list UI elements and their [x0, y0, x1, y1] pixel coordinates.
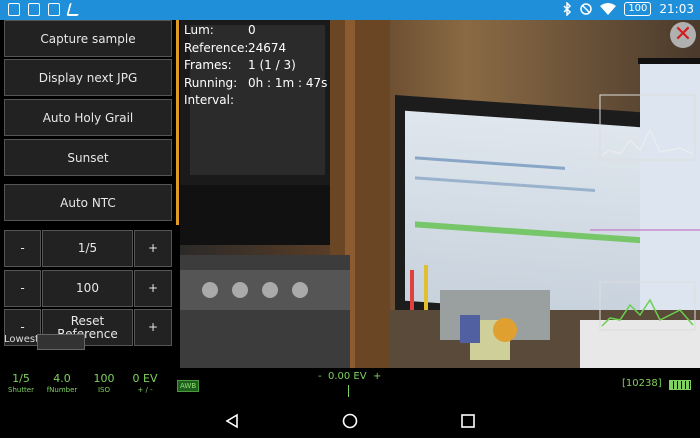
sd-card-icon — [48, 3, 60, 16]
awb-badge: AWB — [177, 380, 200, 392]
shutter-increment-button[interactable]: + — [134, 230, 172, 267]
auto-ntc-button[interactable]: Auto NTC — [4, 184, 172, 221]
back-icon[interactable] — [224, 413, 240, 429]
exposure-readout-bar: 1/5 Shutter 4.0 fNumber 100 ISO 0 EV + / - A… — [0, 368, 700, 404]
overlay-info: Lum: 0 Reference: 24674 Frames: 1 (1 / 3) R… — [184, 22, 327, 110]
do-not-disturb-icon — [580, 3, 593, 15]
ev-meter-readout: - 0.00 EV + — [318, 371, 382, 382]
sunset-button[interactable]: Sunset — [4, 139, 172, 176]
navigation-bar — [0, 404, 700, 438]
lowest-label: Lowest — [4, 334, 39, 345]
ev-compensation-readout: 0 EV + / - — [132, 372, 158, 394]
camera-battery-icon — [669, 380, 691, 390]
system-status: 100 21:03 — [562, 2, 694, 16]
recents-icon[interactable] — [460, 413, 476, 429]
shutter-value: 1/5 — [42, 230, 133, 267]
home-icon[interactable] — [342, 413, 358, 429]
shutter-readout: 1/5 Shutter — [8, 372, 34, 394]
info-row-reference: Reference: 24674 — [184, 40, 287, 55]
bluetooth-icon — [563, 2, 572, 16]
timelapse-app-icon — [66, 3, 82, 16]
clock: 21:03 — [659, 2, 694, 16]
capture-sample-button[interactable]: Capture sample — [4, 20, 172, 57]
info-row-frames: Frames: 1 (1 / 3) — [184, 58, 296, 72]
iso-increment-button[interactable]: + — [134, 270, 172, 307]
lowest-input[interactable] — [37, 334, 85, 350]
status-bar: 100 21:03 — [0, 0, 700, 20]
ev-meter-indicator — [348, 385, 349, 397]
image-icon — [8, 3, 20, 16]
info-row-interval: Interval: — [184, 93, 234, 107]
display-next-jpg-button[interactable]: Display next JPG — [4, 59, 172, 96]
iso-value: 100 — [42, 270, 133, 307]
shutter-decrement-button[interactable]: - — [4, 230, 41, 267]
iso-decrement-button[interactable]: - — [4, 270, 41, 307]
shots-remaining-counter: [10238] — [622, 378, 662, 389]
iso-readout: 100 ISO — [93, 372, 115, 394]
gallery-icon — [28, 3, 40, 16]
info-row-lum: Lum: 0 — [184, 23, 256, 37]
notification-icons — [8, 3, 82, 16]
auto-holy-grail-button[interactable]: Auto Holy Grail — [4, 99, 172, 136]
info-row-running: Running: 0h : 1m : 47s — [184, 75, 328, 90]
battery-indicator: 100 — [624, 2, 652, 16]
wifi-icon — [600, 3, 617, 15]
reference-increment-button[interactable]: + — [134, 309, 172, 346]
fnumber-readout: 4.0 fNumber — [46, 372, 78, 394]
close-icon[interactable]: ✕ — [670, 22, 696, 48]
panel-divider — [176, 20, 179, 225]
